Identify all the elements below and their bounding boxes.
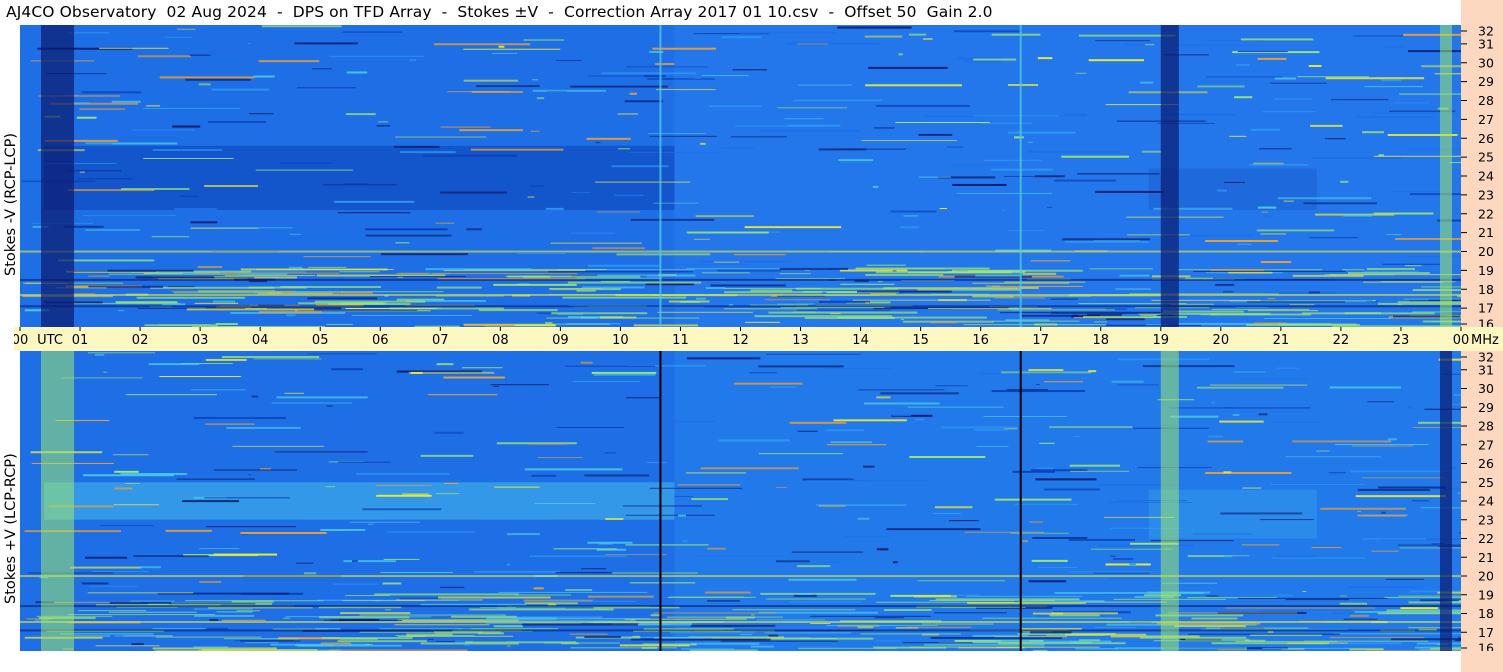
top-freq-tick-label-25: 25 [1478,150,1494,165]
top-event-2 [1019,25,1022,327]
bottom-event-3 [1160,351,1179,651]
bottom-event-4 [1439,351,1452,651]
chart-title: AJ4CO Observatory 02 Aug 2024 - DPS on T… [6,3,993,21]
utc-tick-label-11: 11 [672,333,689,348]
utc-tick-label-22: 22 [1333,333,1350,348]
freq-axis-top-pad [1461,0,1503,25]
top-event-4 [1439,25,1452,327]
top-freq-tick-label-27: 27 [1478,112,1494,127]
bottom-freq-tick-label-24: 24 [1478,494,1494,509]
top-event-3 [1160,25,1179,327]
top-freq-tick-label-23: 23 [1478,187,1494,202]
bottom-freq-tick-label-31: 31 [1478,362,1494,377]
bottom-freq-tick-label-32: 32 [1478,351,1494,365]
bottom-frequency-axis: 16 17 18 19 20 21 22 23 24 25 26 27 28 29 30 31 32 [1461,351,1503,651]
utc-tick-label-21: 21 [1273,333,1290,348]
top-freq-tick-label-21: 21 [1478,225,1494,240]
bottom-freq-tick-label-28: 28 [1478,419,1494,434]
utc-tick-label-19: 19 [1153,333,1170,348]
bottom-freq-tick-label-29: 29 [1478,400,1494,415]
top-freq-tick-label-32: 32 [1478,25,1494,39]
top-freq-tick-label-18: 18 [1478,282,1494,297]
top-event-1 [659,25,662,327]
utc-tick-label-20: 20 [1213,333,1230,348]
utc-tick-label-23: 23 [1393,333,1410,348]
utc-tick-label-9: 09 [552,333,569,348]
utc-tick-label-16: 16 [972,333,989,348]
bottom-event-2 [1019,351,1022,651]
utc-tick-label-0: 00 [14,333,28,348]
utc-unit-label: UTC [37,333,63,348]
top-freq-tick-label-17: 17 [1478,301,1494,316]
bottom-freq-tick-label-18: 18 [1478,606,1494,621]
bottom-freq-tick-label-22: 22 [1478,531,1494,546]
bottom-event-1 [659,351,662,651]
top-freq-tick-label-24: 24 [1478,169,1494,184]
utc-time-axis: 00 01 02 03 04 05 06 07 08 09 10 11 12 13 14 15 16 17 18 19… [14,327,1499,351]
top-frequency-axis: 16 17 18 19 20 21 22 23 24 25 26 27 28 29 30 31 32 [1461,25,1503,327]
utc-tick-label-14: 14 [852,333,869,348]
bottom-freq-tick-label-27: 27 [1478,437,1494,452]
top-freq-tick-label-16: 16 [1478,317,1494,328]
top-event-0 [41,25,75,327]
freq-axis-bottom-pad [1461,651,1503,672]
top-spectrogram-svg [20,25,1461,327]
utc-tick-label-12: 12 [732,333,749,348]
utc-tick-label-2: 02 [132,333,149,348]
utc-tick-label-15: 15 [912,333,929,348]
bottom-freq-tick-label-23: 23 [1478,512,1494,527]
utc-tick-label-13: 13 [792,333,809,348]
utc-tick-label-1: 01 [72,333,89,348]
utc-tick-label-5: 05 [312,333,329,348]
top-panel-ylabel: Stokes -V (RCP-LCP) [3,132,19,276]
bottom-freq-tick-label-20: 20 [1478,569,1494,584]
bottom-freq-tick-label-21: 21 [1478,550,1494,565]
bottom-panel-ylabel: Stokes +V (LCP-RCP) [3,453,19,604]
top-spectrogram-panel [20,25,1461,327]
bottom-freq-tick-label-30: 30 [1478,381,1494,396]
mhz-unit-label: MHz [1471,333,1499,348]
utc-tick-label-3: 03 [192,333,209,348]
top-freq-tick-label-19: 19 [1478,263,1494,278]
top-freq-tick-label-30: 30 [1478,55,1494,70]
bottom-spectrogram-panel [20,351,1461,651]
bottom-spectrogram-svg [20,351,1461,651]
top-freq-tick-label-26: 26 [1478,131,1494,146]
utc-tick-label-17: 17 [1032,333,1049,348]
utc-tick-label-10: 10 [612,333,629,348]
top-freq-tick-label-31: 31 [1478,36,1494,51]
bottom-freq-tick-label-25: 25 [1478,475,1494,490]
bottom-freq-tick-label-19: 19 [1478,587,1494,602]
top-freq-tick-label-22: 22 [1478,206,1494,221]
utc-tick-label-18: 18 [1092,333,1109,348]
top-freq-tick-label-20: 20 [1478,244,1494,259]
top-freq-tick-label-28: 28 [1478,93,1494,108]
bottom-freq-tick-label-17: 17 [1478,625,1494,640]
utc-tick-label-4: 04 [252,333,269,348]
top-freq-tick-label-29: 29 [1478,74,1494,89]
utc-tick-label-24: 00 [1453,333,1470,348]
bottom-freq-tick-label-26: 26 [1478,456,1494,471]
bottom-freq-tick-label-16: 16 [1478,641,1494,652]
utc-tick-label-7: 07 [432,333,449,348]
bottom-event-0 [41,351,75,651]
utc-tick-label-8: 08 [492,333,509,348]
utc-tick-label-6: 06 [372,333,389,348]
